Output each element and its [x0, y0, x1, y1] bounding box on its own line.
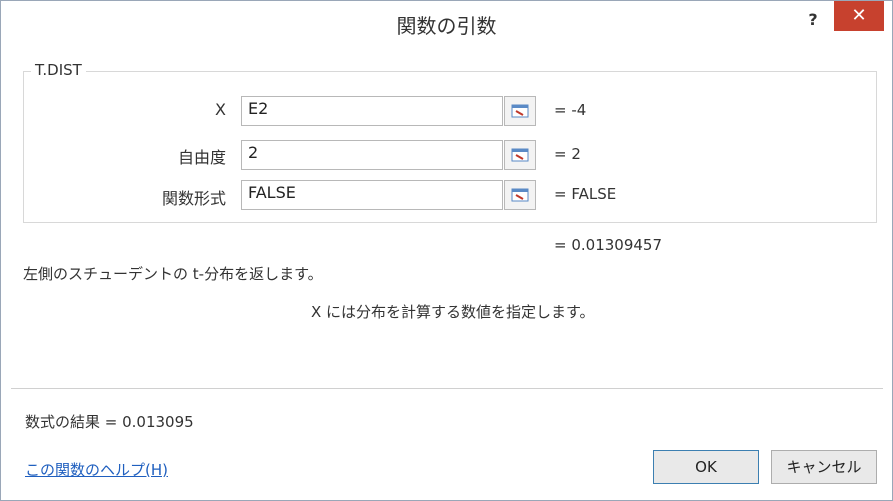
collapse-dialog-button-deg-freedom[interactable]: [504, 140, 536, 170]
question-icon: ?: [808, 10, 818, 29]
divider: [11, 388, 883, 389]
arg-input-x[interactable]: E2: [241, 96, 503, 126]
formula-result: 数式の結果 = 0.013095: [25, 413, 194, 431]
range-select-icon: [511, 188, 529, 202]
collapse-dialog-button-x[interactable]: [504, 96, 536, 126]
range-select-icon: [511, 104, 529, 118]
arg-label-deg-freedom: 自由度: [177, 148, 226, 167]
function-name: T.DIST: [31, 61, 86, 79]
dialog-title: 関数の引数: [396, 14, 497, 38]
cancel-button[interactable]: キャンセル: [771, 450, 877, 484]
function-result: = 0.01309457: [554, 236, 662, 254]
argument-description: X には分布を計算する数値を指定します。: [311, 303, 595, 321]
function-help-link[interactable]: この関数のヘルプ(H): [25, 459, 168, 480]
close-icon: ✕: [851, 5, 867, 26]
arg-label-cumulative: 関数形式: [161, 189, 226, 208]
function-description: 左側のスチューデントの t-分布を返します。: [23, 265, 323, 283]
arg-input-cumulative[interactable]: FALSE: [241, 180, 503, 210]
collapse-dialog-button-cumulative[interactable]: [504, 180, 536, 210]
ok-button[interactable]: OK: [653, 450, 759, 484]
range-select-icon: [511, 148, 529, 162]
arg-label-x: X: [215, 100, 226, 119]
arg-result-deg-freedom: = 2: [554, 145, 581, 163]
title-bar[interactable]: 関数の引数 ? ✕: [1, 1, 892, 45]
help-button[interactable]: ?: [799, 7, 827, 33]
arg-input-deg-freedom[interactable]: 2: [241, 140, 503, 170]
function-arguments-dialog: 関数の引数 ? ✕ T.DIST X E2 = -4 自由度 2 = 2 関数形…: [0, 0, 893, 501]
arg-result-x: = -4: [554, 101, 587, 119]
close-button[interactable]: ✕: [834, 1, 884, 31]
arg-result-cumulative: = FALSE: [554, 185, 617, 203]
